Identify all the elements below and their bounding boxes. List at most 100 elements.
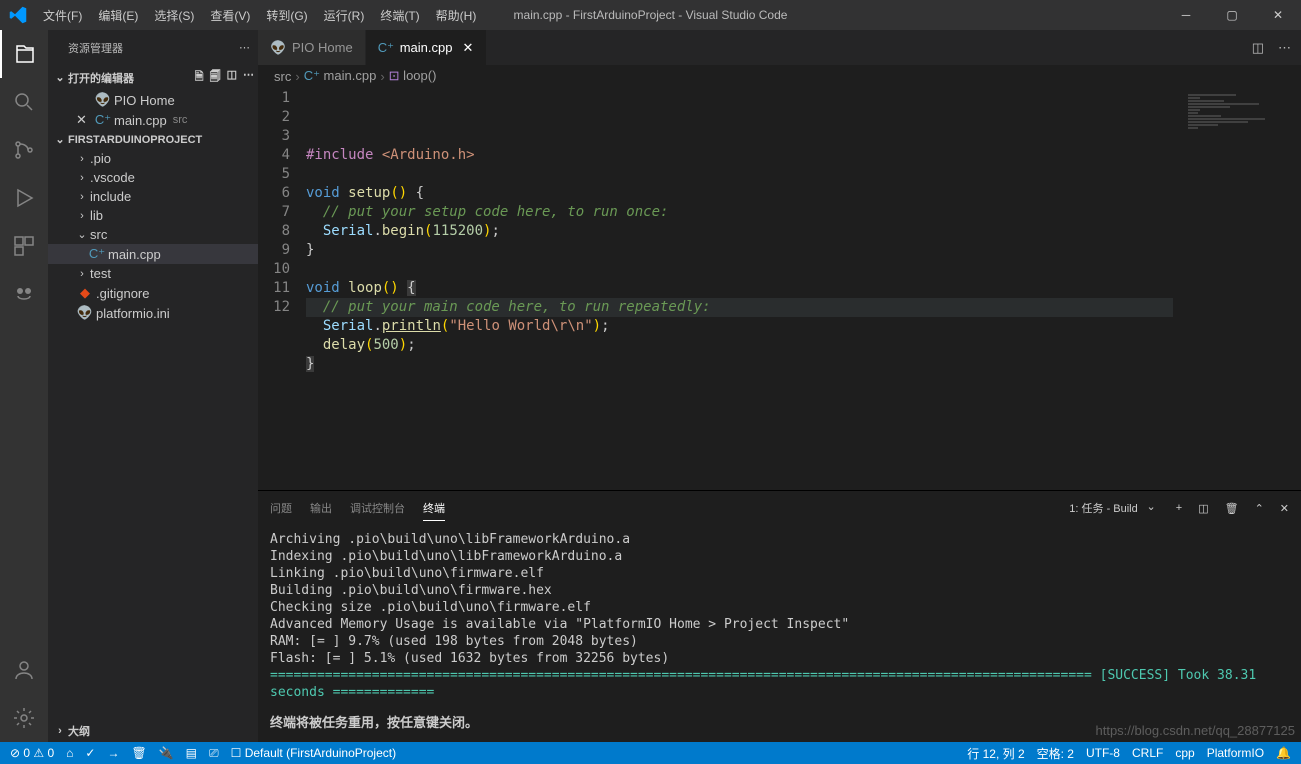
folder-item[interactable]: ›.vscode [48,168,258,187]
accounts-icon[interactable] [0,646,48,694]
terminal-selector[interactable]: 1: 任务 - Build ⌄ [1063,498,1159,518]
pio-serial-icon[interactable]: 🔌 [159,746,174,760]
menu-item[interactable]: 帮助(H) [428,9,485,23]
chevron-down-icon: ⌄ [1147,500,1156,513]
menu-item[interactable]: 查看(V) [202,9,258,23]
cpp-file-icon: C⁺ [88,246,106,262]
more-actions-icon[interactable]: ⋯ [243,68,254,87]
split-editor-icon[interactable]: ◫ [1252,40,1264,56]
menu-item[interactable]: 选择(S) [146,9,202,23]
status-item[interactable]: UTF-8 [1086,746,1120,760]
maximize-panel-icon[interactable]: ⌃ [1255,502,1264,515]
folder-item[interactable]: ›lib [48,206,258,225]
platformio-icon: 👽 [94,92,112,108]
new-terminal-icon[interactable]: + [1176,502,1182,514]
close-icon[interactable]: ✕ [76,112,90,128]
editor-area: 👽PIO HomeC⁺main.cpp✕ ◫ ⋯ src›C⁺ main.cpp… [258,30,1301,742]
status-item[interactable]: cpp [1175,746,1194,760]
pio-upload-icon[interactable]: → [107,746,119,760]
open-editor-item[interactable]: 👽PIO Home [48,90,258,110]
breadcrumb-item[interactable]: C⁺ main.cpp [304,68,377,84]
status-bar: ⊘ 0 ⚠ 0 ⌂ ✓ → 🗑 🔌 ▤ ⎚ ☐ Default (FirstAr… [0,742,1301,764]
panel-tab[interactable]: 问题 [270,496,292,521]
explorer-icon[interactable] [0,30,48,78]
folder-item[interactable]: ›.pio [48,149,258,168]
outline-section[interactable]: ›大纲 [48,720,258,742]
panel-tab[interactable]: 调试控制台 [350,496,405,521]
editor-tabs: 👽PIO HomeC⁺main.cpp✕ ◫ ⋯ [258,30,1301,65]
status-item[interactable]: CRLF [1132,746,1163,760]
source-control-icon[interactable] [0,126,48,174]
notifications-icon[interactable]: 🔔 [1276,746,1291,760]
breadcrumb-item[interactable]: src [274,69,291,84]
menu-item[interactable]: 文件(F) [35,9,90,23]
platformio-icon: 👽 [270,40,286,56]
editor-tab[interactable]: C⁺main.cpp✕ [366,30,488,65]
pio-terminal-icon[interactable]: ▤ [186,746,197,760]
run-debug-icon[interactable] [0,174,48,222]
window-title: main.cpp - FirstArduinoProject - Visual … [514,8,788,22]
menu-item[interactable]: 终端(T) [372,9,427,23]
pio-clean-icon[interactable]: 🗑 [131,746,146,760]
project-section[interactable]: ⌄FIRSTARDUINOPROJECT [48,130,258,149]
settings-gear-icon[interactable] [0,694,48,742]
more-editor-icon[interactable]: ⋯ [1278,40,1291,56]
file-item[interactable]: C⁺main.cpp [48,244,258,264]
status-item[interactable]: 空格: 2 [1037,745,1074,762]
cpp-file-icon: C⁺ [378,40,394,56]
terminal-output[interactable]: Archiving .pio\build\uno\libFrameworkArd… [258,525,1301,742]
close-tab-icon[interactable]: ✕ [462,40,474,56]
status-item[interactable]: 行 12, 列 2 [967,745,1024,762]
file-item[interactable]: ◆.gitignore [48,283,258,303]
new-file-icon[interactable]: 🗎 [195,68,204,87]
status-item[interactable]: PlatformIO [1207,746,1264,760]
split-terminal-icon[interactable]: ◫ [1198,502,1208,515]
chevron-icon: ⌄ [76,228,88,241]
chevron-icon: › [76,172,88,184]
folder-item[interactable]: ›include [48,187,258,206]
cpp-file-icon: C⁺ [94,112,112,128]
save-all-icon[interactable]: 🗐 [210,68,221,87]
close-panel-icon[interactable]: ✕ [1280,502,1289,515]
search-icon[interactable] [0,78,48,126]
layout-icon[interactable]: ◫ [227,68,237,87]
pio-env-label[interactable]: ☐ Default (FirstArduinoProject) [231,746,396,760]
terminal-panel: 问题输出调试控制台终端 1: 任务 - Build ⌄ + ◫ 🗑 ⌃ ✕ Ar… [258,490,1301,742]
chevron-icon: › [76,268,88,280]
explorer-sidebar: 资源管理器 ⋯ ⌄打开的编辑器 🗎 🗐 ◫ ⋯ 👽PIO Home✕C⁺main… [48,30,258,742]
close-window-button[interactable]: ✕ [1255,0,1301,30]
pio-home-icon[interactable]: ⌂ [66,746,73,760]
maximize-button[interactable]: ▢ [1209,0,1255,30]
line-gutter: 123456789101112 [258,87,306,490]
code-editor[interactable]: #include <Arduino.h> void setup() { // p… [306,87,1301,490]
activity-bar [0,30,48,742]
platformio-icon[interactable] [0,270,48,318]
kill-terminal-icon[interactable]: 🗑 [1225,502,1239,515]
title-bar: 文件(F)编辑(E)选择(S)查看(V)转到(G)运行(R)终端(T)帮助(H)… [0,0,1301,30]
minimize-button[interactable]: ─ [1163,0,1209,30]
menu-item[interactable]: 编辑(E) [90,9,146,23]
menu-item[interactable]: 运行(R) [316,9,373,23]
chevron-icon: › [76,210,88,222]
editor-tab[interactable]: 👽PIO Home [258,30,366,65]
pio-build-icon[interactable]: ✓ [85,746,95,760]
panel-tab[interactable]: 终端 [423,496,445,521]
vscode-logo-icon [0,6,35,24]
platformio-file-icon: 👽 [76,305,94,321]
pio-newterm-icon[interactable]: ⎚ [209,746,219,761]
sidebar-title: 资源管理器 [68,40,123,56]
open-editors-section[interactable]: ⌄打开的编辑器 🗎 🗐 ◫ ⋯ [48,65,258,90]
more-icon[interactable]: ⋯ [239,41,250,54]
breadcrumb[interactable]: src›C⁺ main.cpp›⊡ loop() [258,65,1301,87]
breadcrumb-item[interactable]: ⊡ loop() [389,68,437,84]
file-item[interactable]: 👽platformio.ini [48,303,258,323]
open-editor-item[interactable]: ✕C⁺main.cppsrc [48,110,258,130]
panel-tab[interactable]: 输出 [310,496,332,521]
folder-item[interactable]: ⌄src [48,225,258,244]
git-file-icon: ◆ [76,285,94,301]
extensions-icon[interactable] [0,222,48,270]
folder-item[interactable]: ›test [48,264,258,283]
status-problems[interactable]: ⊘ 0 ⚠ 0 [10,746,54,760]
chevron-icon: › [76,153,88,165]
menu-item[interactable]: 转到(G) [258,9,315,23]
